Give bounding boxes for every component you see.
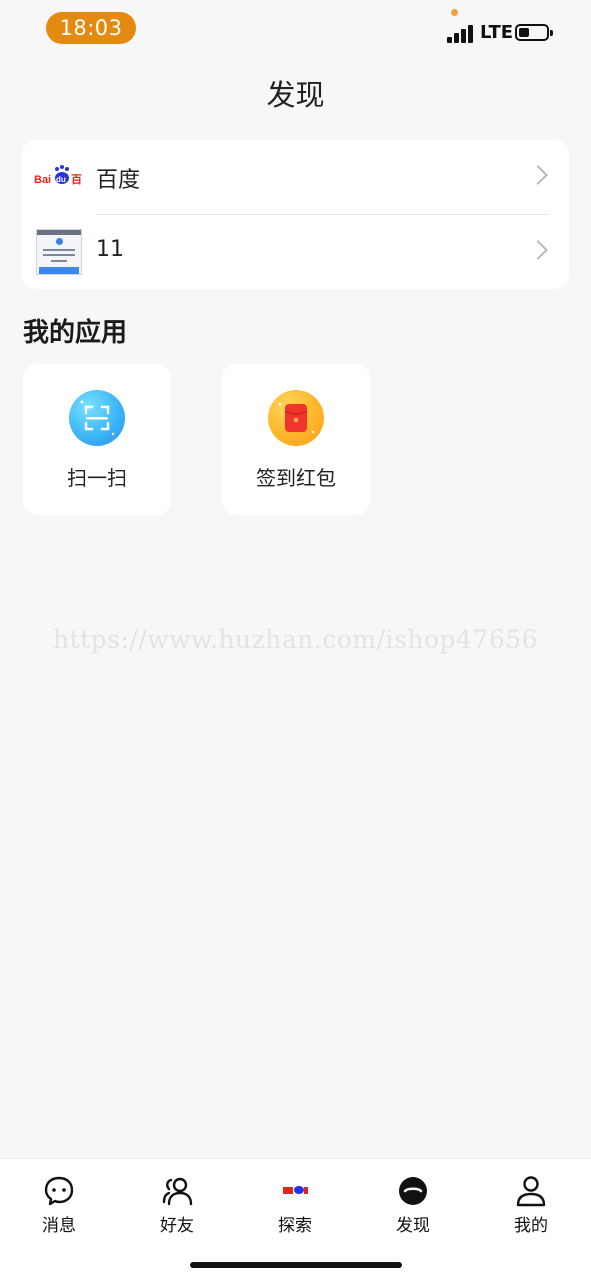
network-type: LTE	[480, 22, 514, 43]
app-label-signin: 签到红包	[256, 466, 336, 490]
app-signin-red-envelope[interactable]: 签到红包	[222, 364, 370, 515]
status-bar: 18:03 LTE	[0, 0, 591, 62]
svg-text:百: 百	[71, 173, 82, 186]
chevron-right-icon	[528, 240, 548, 260]
privacy-dot-indicator	[451, 9, 458, 16]
status-time: 18:03	[46, 12, 136, 44]
svg-text:du: du	[56, 175, 66, 184]
page-title: 发现	[266, 78, 325, 112]
chat-bubble-icon	[44, 1176, 74, 1206]
friends-icon	[162, 1177, 193, 1206]
link-row-11[interactable]: 11	[22, 215, 569, 289]
baidu-logo: Bai du 百	[34, 165, 82, 186]
chevron-right-icon	[528, 165, 548, 185]
home-indicator	[190, 1262, 402, 1268]
cellular-signal-icon	[447, 25, 475, 43]
tab-label-messages: 消息	[42, 1216, 76, 1236]
profile-icon	[516, 1176, 546, 1207]
discover-icon	[399, 1177, 427, 1205]
tab-profile[interactable]: 我的	[486, 1175, 576, 1236]
app-scan[interactable]: 扫一扫	[23, 364, 171, 515]
tab-label-discover: 发现	[396, 1216, 430, 1236]
tab-discover[interactable]: 发现	[368, 1175, 458, 1236]
tab-messages[interactable]: 消息	[14, 1175, 104, 1236]
svg-text:Bai: Bai	[34, 174, 51, 186]
watermark-text: https://www.huzhan.com/ishop47656	[52, 625, 539, 654]
link-label-11: 11	[96, 237, 124, 262]
tab-explore[interactable]: 探索	[250, 1175, 340, 1236]
tab-label-profile: 我的	[514, 1216, 548, 1236]
tab-friends[interactable]: 好友	[132, 1175, 222, 1236]
tab-label-explore: 探索	[278, 1216, 312, 1236]
my-apps-title: 我的应用	[23, 318, 128, 348]
battery-level	[519, 28, 529, 37]
link-label-baidu: 百度	[96, 168, 141, 193]
app-label-scan: 扫一扫	[67, 466, 127, 490]
tab-label-friends: 好友	[160, 1216, 194, 1236]
scan-icon	[69, 390, 125, 446]
link-row-baidu[interactable]: Bai du 百 百度	[22, 140, 569, 214]
red-envelope-icon	[268, 390, 324, 446]
link-list-card: Bai du 百 百度 11	[22, 140, 569, 289]
battery-icon	[515, 24, 553, 41]
webpage-thumbnail-icon	[36, 229, 82, 275]
baidu-explore-icon	[283, 1186, 308, 1194]
